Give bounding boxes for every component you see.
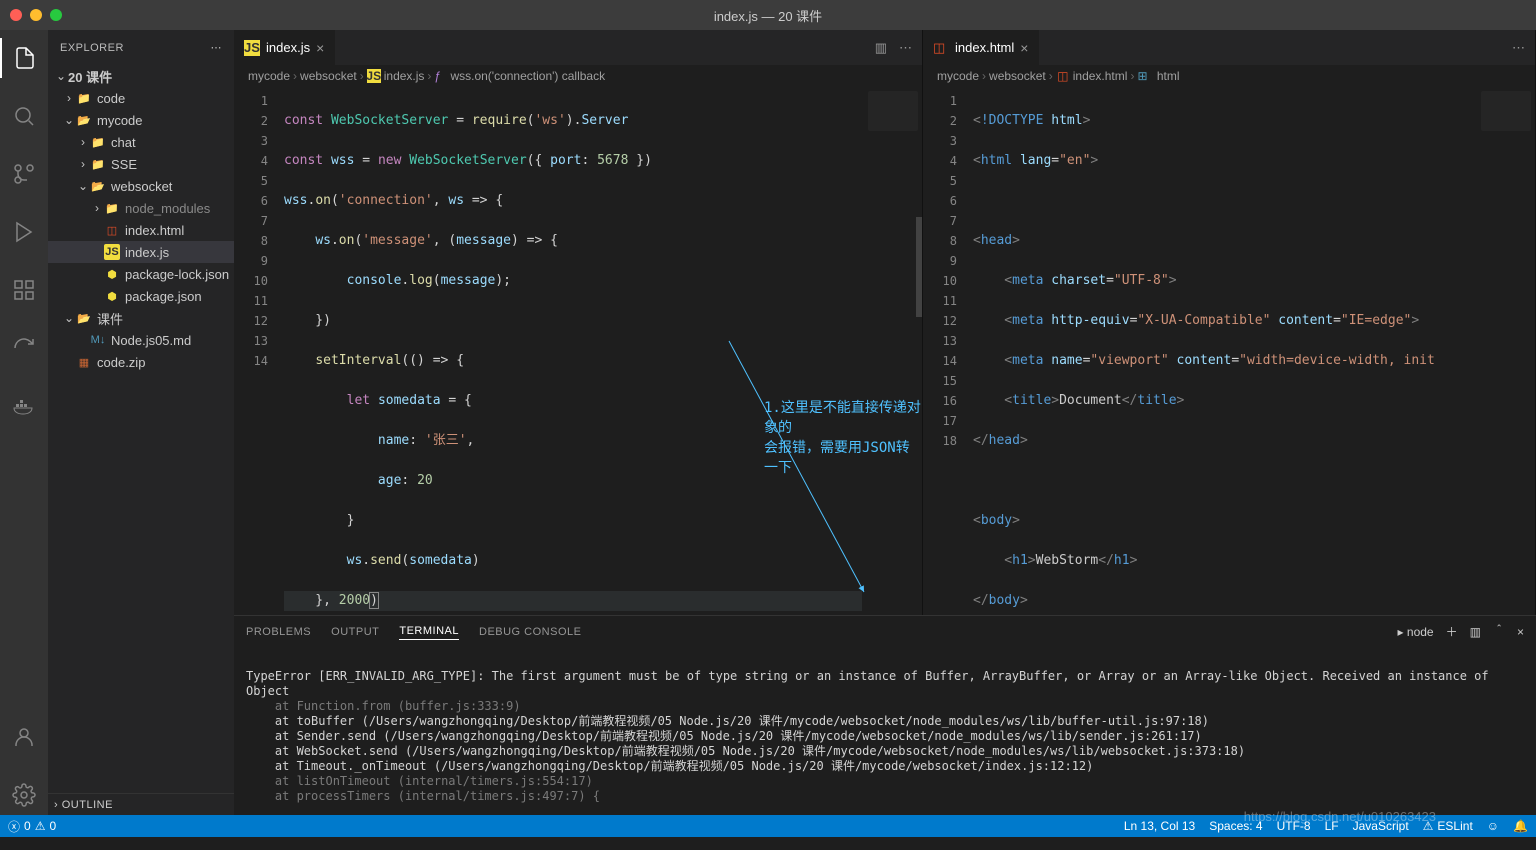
account-icon[interactable] xyxy=(0,717,48,757)
tab-close-icon[interactable]: × xyxy=(1020,40,1028,56)
tab-index-html[interactable]: ◫ index.html × xyxy=(923,30,1039,65)
panel-close-icon[interactable]: × xyxy=(1517,625,1524,639)
sync-icon[interactable] xyxy=(0,328,48,368)
window-controls xyxy=(10,9,62,21)
file-tree: ⌄20 课件 ›📁code ⌄📂mycode ›📁chat ›📁SSE ⌄📂we… xyxy=(48,65,234,793)
terminal-shell-name[interactable]: ▸ node xyxy=(1398,625,1434,639)
breadcrumb-right[interactable]: mycode› websocket› ◫index.html› ⊞ html xyxy=(923,65,1535,87)
status-language[interactable]: JavaScript xyxy=(1353,819,1409,833)
status-eol[interactable]: LF xyxy=(1325,819,1339,833)
editor-group-right: ◫ index.html × ⋯ mycode› websocket› ◫ind… xyxy=(923,30,1536,615)
panel-maximize-icon[interactable]: ＾ xyxy=(1493,623,1505,640)
run-debug-icon[interactable] xyxy=(0,212,48,252)
window-title: index.js — 20 课件 xyxy=(714,6,822,25)
minimap[interactable] xyxy=(1475,87,1535,615)
tab-close-icon[interactable]: × xyxy=(316,40,324,56)
terminal-new-icon[interactable]: ＋ xyxy=(1446,623,1458,640)
activity-bar xyxy=(0,30,48,815)
status-feedback-icon[interactable]: ☺ xyxy=(1487,819,1499,833)
status-bell-icon[interactable]: 🔔 xyxy=(1513,819,1528,833)
code-body[interactable]: <!DOCTYPE html> <html lang="en"> <head> … xyxy=(973,87,1475,615)
panel-tab-terminal[interactable]: TERMINAL xyxy=(399,623,459,640)
status-bar: ⓧ 0 ⚠ 0 Ln 13, Col 13 Spaces: 4 UTF-8 LF… xyxy=(0,815,1536,837)
tree-file-code-zip[interactable]: ▦code.zip xyxy=(48,351,234,373)
gutter: 123456789101112131415161718 xyxy=(923,87,973,615)
explorer-icon[interactable] xyxy=(0,38,48,78)
maximize-window-button[interactable] xyxy=(50,9,62,21)
settings-gear-icon[interactable] xyxy=(0,775,48,815)
tab-label: index.html xyxy=(955,40,1014,55)
minimize-window-button[interactable] xyxy=(30,9,42,21)
tree-file-index-html[interactable]: ◫index.html xyxy=(48,219,234,241)
tree-file-index-js[interactable]: JSindex.js xyxy=(48,241,234,263)
status-encoding[interactable]: UTF-8 xyxy=(1277,819,1311,833)
code-editor-right[interactable]: 123456789101112131415161718 <!DOCTYPE ht… xyxy=(923,87,1535,615)
extensions-icon[interactable] xyxy=(0,270,48,310)
editor-more-icon[interactable]: ⋯ xyxy=(1512,40,1525,56)
status-spaces[interactable]: Spaces: 4 xyxy=(1209,819,1262,833)
terminal-split-icon[interactable]: ▥ xyxy=(1470,625,1481,639)
status-eslint[interactable]: ⚠ ESLint xyxy=(1423,819,1473,833)
panel-tab-debug[interactable]: DEBUG CONSOLE xyxy=(479,624,581,640)
panel-tab-problems[interactable]: PROBLEMS xyxy=(246,624,311,640)
panel-tab-output[interactable]: OUTPUT xyxy=(331,624,379,640)
search-icon[interactable] xyxy=(0,96,48,136)
tree-file-package-json[interactable]: ⬢package.json xyxy=(48,285,234,307)
terminal-output[interactable]: TypeError [ERR_INVALID_ARG_TYPE]: The fi… xyxy=(234,648,1536,815)
tab-index-js[interactable]: JS index.js × xyxy=(234,30,335,65)
tab-label: index.js xyxy=(266,40,310,55)
editor-group-left: JS index.js × ▥ ⋯ mycode› websocket› JSi… xyxy=(234,30,923,615)
sidebar: EXPLORER ⋯ ⌄20 课件 ›📁code ⌄📂mycode ›📁chat… xyxy=(48,30,234,815)
outline-section[interactable]: › OUTLINE xyxy=(48,793,234,815)
tree-folder-mycode[interactable]: ⌄📂mycode xyxy=(48,109,234,131)
source-control-icon[interactable] xyxy=(0,154,48,194)
gutter: 1234567891011121314 xyxy=(234,87,284,615)
tree-file-package-lock[interactable]: ⬢package-lock.json xyxy=(48,263,234,285)
status-position[interactable]: Ln 13, Col 13 xyxy=(1124,819,1195,833)
terminal-panel: PROBLEMS OUTPUT TERMINAL DEBUG CONSOLE ▸… xyxy=(234,615,1536,815)
status-errors[interactable]: ⓧ 0 ⚠ 0 xyxy=(8,818,56,835)
editor-more-icon[interactable]: ⋯ xyxy=(899,40,912,56)
tree-root[interactable]: ⌄20 课件 xyxy=(48,65,234,87)
minimap[interactable] xyxy=(862,87,922,615)
breadcrumb-left[interactable]: mycode› websocket› JSindex.js› ƒ wss.on(… xyxy=(234,65,922,87)
tree-file-node-md[interactable]: M↓Node.js05.md xyxy=(48,329,234,351)
tree-folder-websocket[interactable]: ⌄📂websocket xyxy=(48,175,234,197)
titlebar: index.js — 20 课件 xyxy=(0,0,1536,30)
tree-folder-code[interactable]: ›📁code xyxy=(48,87,234,109)
sidebar-title: EXPLORER xyxy=(60,42,124,54)
docker-icon[interactable] xyxy=(0,386,48,426)
sidebar-more-icon[interactable]: ⋯ xyxy=(211,41,223,54)
code-editor-left[interactable]: 1234567891011121314 const WebSocketServe… xyxy=(234,87,922,615)
tree-folder-courseware[interactable]: ⌄📂课件 xyxy=(48,307,234,329)
tree-folder-chat[interactable]: ›📁chat xyxy=(48,131,234,153)
code-body[interactable]: const WebSocketServer = require('ws').Se… xyxy=(284,87,862,615)
tree-folder-node-modules[interactable]: ›📁node_modules xyxy=(48,197,234,219)
close-window-button[interactable] xyxy=(10,9,22,21)
tree-folder-sse[interactable]: ›📁SSE xyxy=(48,153,234,175)
split-editor-icon[interactable]: ▥ xyxy=(875,40,887,56)
